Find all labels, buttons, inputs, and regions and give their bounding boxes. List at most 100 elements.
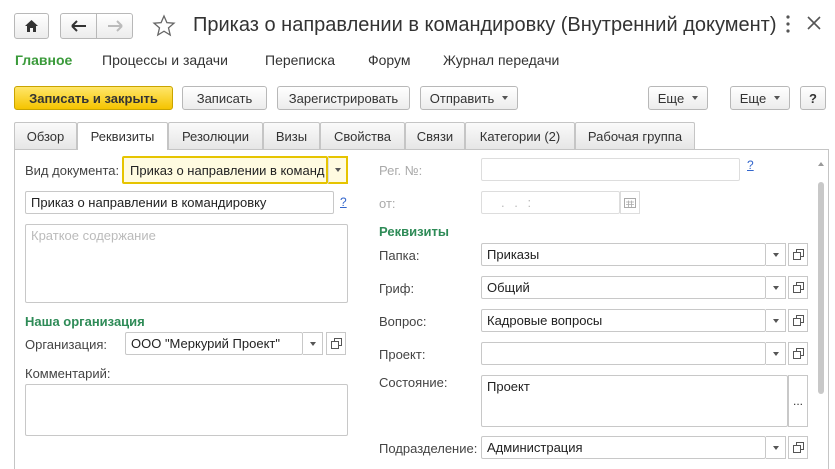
chevron-down-icon — [772, 351, 779, 356]
folder-label: Папка: — [379, 248, 420, 263]
tab-overview[interactable]: Обзор — [14, 122, 77, 149]
open-window-icon — [792, 282, 804, 293]
reg-number-label: Рег. №: — [379, 163, 423, 178]
reg-help-link[interactable]: ? — [747, 158, 754, 172]
chevron-down-icon — [772, 285, 779, 290]
org-value: ООО "Меркурий Проект" — [131, 336, 280, 351]
more-button-1[interactable]: Еще — [648, 86, 708, 110]
more-vertical-icon[interactable] — [785, 14, 791, 34]
chevron-down-icon — [772, 445, 779, 450]
stamp-label: Гриф: — [379, 281, 415, 296]
scrollbar-thumb[interactable] — [818, 182, 824, 394]
org-dropdown[interactable] — [303, 332, 323, 355]
stamp-dropdown[interactable] — [766, 276, 786, 299]
doc-type-value: Приказ о направлении в команд — [130, 163, 325, 178]
tab-workgroup[interactable]: Рабочая группа — [575, 122, 695, 149]
window-title: Приказ о направлении в командировку (Вну… — [193, 14, 777, 36]
star-icon[interactable] — [152, 14, 176, 41]
nav-correspondence[interactable]: Переписка — [265, 52, 335, 68]
question-label: Вопрос: — [379, 314, 427, 329]
nav-forum[interactable]: Форум — [368, 52, 411, 68]
document-title-input[interactable]: Приказ о направлении в командировку — [25, 191, 334, 214]
chevron-down-icon — [334, 168, 341, 172]
state-select-button[interactable]: ... — [788, 375, 808, 427]
open-window-icon — [792, 315, 804, 326]
scroll-up-icon[interactable] — [816, 160, 826, 168]
home-icon — [25, 20, 38, 32]
send-button[interactable]: Отправить — [420, 86, 518, 110]
date-mask: . . : — [501, 195, 535, 210]
document-title-value: Приказ о направлении в командировку — [31, 195, 267, 210]
more-button-2[interactable]: Еще — [730, 86, 790, 110]
scrollbar[interactable] — [816, 154, 826, 459]
chevron-down-icon — [774, 96, 781, 100]
project-open-button[interactable] — [788, 342, 808, 365]
stamp-value: Общий — [487, 280, 530, 295]
details-section-title: Реквизиты — [379, 224, 449, 239]
comment-label: Комментарий: — [25, 366, 111, 381]
question-dropdown[interactable] — [766, 309, 786, 332]
department-dropdown[interactable] — [766, 436, 786, 459]
stamp-field[interactable]: Общий — [481, 276, 766, 299]
chevron-down-icon — [502, 96, 509, 100]
tab-resolutions[interactable]: Резолюции — [168, 122, 263, 149]
nav-main[interactable]: Главное — [15, 52, 72, 68]
close-icon[interactable] — [806, 15, 822, 34]
home-button[interactable] — [14, 13, 49, 39]
chevron-down-icon — [772, 252, 779, 257]
project-dropdown[interactable] — [766, 342, 786, 365]
doc-type-dropdown[interactable] — [328, 156, 348, 184]
tab-details[interactable]: Реквизиты — [77, 122, 168, 150]
help-button[interactable]: ? — [800, 86, 826, 110]
chevron-down-icon — [309, 341, 316, 346]
folder-open-button[interactable] — [788, 243, 808, 266]
chevron-down-icon — [692, 96, 699, 100]
state-label: Состояние: — [379, 375, 448, 390]
summary-textarea[interactable]: Краткое содержание — [25, 224, 348, 303]
more-label-2: Еще — [739, 90, 767, 106]
date-input[interactable]: . . : — [481, 191, 620, 214]
doc-type-field[interactable]: Приказ о направлении в команд — [122, 156, 328, 184]
org-label: Организация: — [25, 337, 108, 352]
tab-links[interactable]: Связи — [405, 122, 465, 149]
tab-categories[interactable]: Категории (2) — [465, 122, 575, 149]
folder-field[interactable]: Приказы — [481, 243, 766, 266]
state-select-label: ... — [792, 394, 803, 408]
date-label: от: — [379, 196, 396, 211]
summary-placeholder: Краткое содержание — [31, 228, 156, 243]
org-field[interactable]: ООО "Меркурий Проект" — [125, 332, 303, 355]
tab-visas[interactable]: Визы — [263, 122, 320, 149]
open-window-icon — [792, 249, 804, 260]
comment-textarea[interactable] — [25, 384, 348, 436]
question-field[interactable]: Кадровые вопросы — [481, 309, 766, 332]
department-field[interactable]: Администрация — [481, 436, 766, 459]
org-open-button[interactable] — [326, 332, 346, 355]
state-value: Проект — [487, 379, 530, 394]
calendar-icon — [624, 197, 636, 208]
back-button[interactable] — [60, 13, 97, 39]
project-label: Проект: — [379, 347, 426, 362]
forward-button[interactable] — [96, 13, 133, 39]
tab-properties[interactable]: Свойства — [320, 122, 405, 149]
state-field[interactable]: Проект — [481, 375, 788, 427]
open-window-icon — [792, 348, 804, 359]
department-label: Подразделение: — [379, 441, 478, 456]
department-value: Администрация — [487, 440, 583, 455]
arrow-left-icon — [70, 20, 86, 32]
title-help-link[interactable]: ? — [340, 195, 347, 209]
save-and-close-button[interactable]: Записать и закрыть — [14, 86, 173, 110]
folder-value: Приказы — [487, 247, 540, 262]
save-button[interactable]: Записать — [182, 86, 267, 110]
nav-transfer-log[interactable]: Журнал передачи — [443, 52, 559, 68]
calendar-button[interactable] — [620, 191, 640, 214]
department-open-button[interactable] — [788, 436, 808, 459]
nav-processes[interactable]: Процессы и задачи — [102, 52, 228, 68]
more-label-1: Еще — [657, 90, 685, 106]
folder-dropdown[interactable] — [766, 243, 786, 266]
reg-number-input[interactable] — [481, 158, 740, 181]
open-window-icon — [792, 442, 804, 453]
stamp-open-button[interactable] — [788, 276, 808, 299]
project-field[interactable] — [481, 342, 766, 365]
register-button[interactable]: Зарегистрировать — [277, 86, 410, 110]
question-open-button[interactable] — [788, 309, 808, 332]
